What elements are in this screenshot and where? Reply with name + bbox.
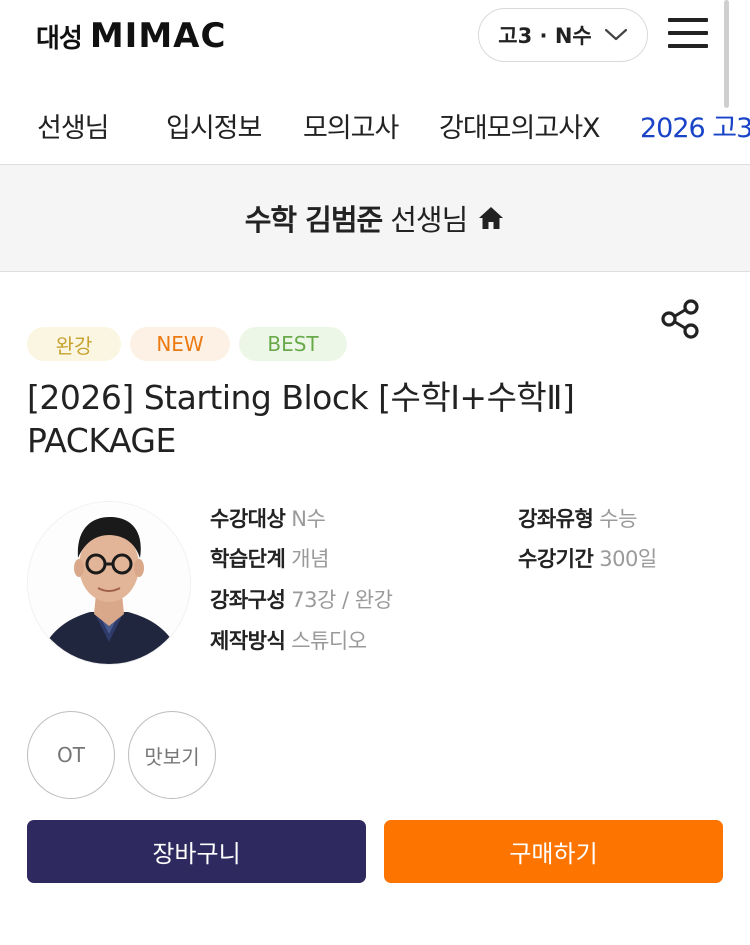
course-title: [2026] Starting Block [수학Ⅰ+수학Ⅱ] PACKAGE	[27, 378, 575, 460]
info-level: 학습단계 개념	[210, 543, 329, 573]
info-production: 제작방식 스튜디오	[210, 625, 367, 655]
info-course-type: 강좌유형 수능	[518, 503, 637, 533]
preview-button[interactable]: 맛보기	[128, 711, 216, 799]
course-badges: 완강 NEW BEST	[27, 327, 356, 361]
logo-korean: 대성	[36, 23, 83, 54]
teacher-suffix: 선생님	[390, 203, 468, 237]
chevron-down-icon	[604, 28, 627, 41]
info-period-value: 300일	[599, 547, 657, 571]
add-to-cart-button[interactable]: 장바구니	[27, 820, 366, 883]
info-composition: 강좌구성 73강 / 완강	[210, 584, 393, 614]
info-period: 수강기간 300일	[518, 543, 657, 573]
nav-item-kangdae-mock-x[interactable]: 강대모의고사X	[439, 106, 601, 145]
info-production-value: 스튜디오	[291, 629, 367, 653]
logo-english: MIMAC	[89, 16, 227, 56]
teacher-name: 수학 김범준	[244, 203, 383, 237]
daesung-mimac-logo[interactable]: 대성 MIMAC	[36, 16, 227, 56]
home-icon[interactable]	[477, 205, 505, 231]
info-target-value: N수	[291, 507, 326, 531]
badge-best: BEST	[239, 327, 347, 361]
grade-select-dropdown[interactable]: 고3 · N수	[478, 8, 648, 62]
grade-select-value: 고3 · N수	[498, 24, 592, 48]
info-course-type-value: 수능	[599, 507, 637, 531]
teacher-title-bar: 수학 김범준 선생님	[0, 165, 750, 272]
info-course-type-key: 강좌유형	[518, 507, 594, 531]
info-level-key: 학습단계	[210, 547, 286, 571]
info-level-value: 개념	[291, 547, 329, 571]
top-header: 대성 MIMAC 고3 · N수	[0, 0, 750, 80]
info-composition-key: 강좌구성	[210, 588, 286, 612]
info-composition-value: 73강 / 완강	[291, 588, 393, 612]
badge-completed: 완강	[27, 327, 121, 361]
menu-icon[interactable]	[668, 18, 710, 52]
ot-button[interactable]: OT	[27, 711, 115, 799]
buy-now-button[interactable]: 구매하기	[384, 820, 723, 883]
nav-item-admission-info[interactable]: 입시정보	[166, 106, 262, 145]
info-production-key: 제작방식	[210, 629, 286, 653]
teacher-avatar	[28, 502, 190, 664]
info-target: 수강대상 N수	[210, 503, 326, 533]
share-icon[interactable]	[660, 298, 702, 340]
main-navigation: 선생님 입시정보 모의고사 강대모의고사X 2026 고3 대	[0, 84, 750, 165]
info-target-key: 수강대상	[210, 507, 286, 531]
nav-item-teachers[interactable]: 선생님	[37, 106, 110, 145]
info-period-key: 수강기간	[518, 547, 594, 571]
nav-item-2026-grade3[interactable]: 2026 고3 대	[640, 106, 750, 145]
nav-item-mock-exam[interactable]: 모의고사	[303, 106, 399, 145]
badge-new: NEW	[130, 327, 230, 361]
